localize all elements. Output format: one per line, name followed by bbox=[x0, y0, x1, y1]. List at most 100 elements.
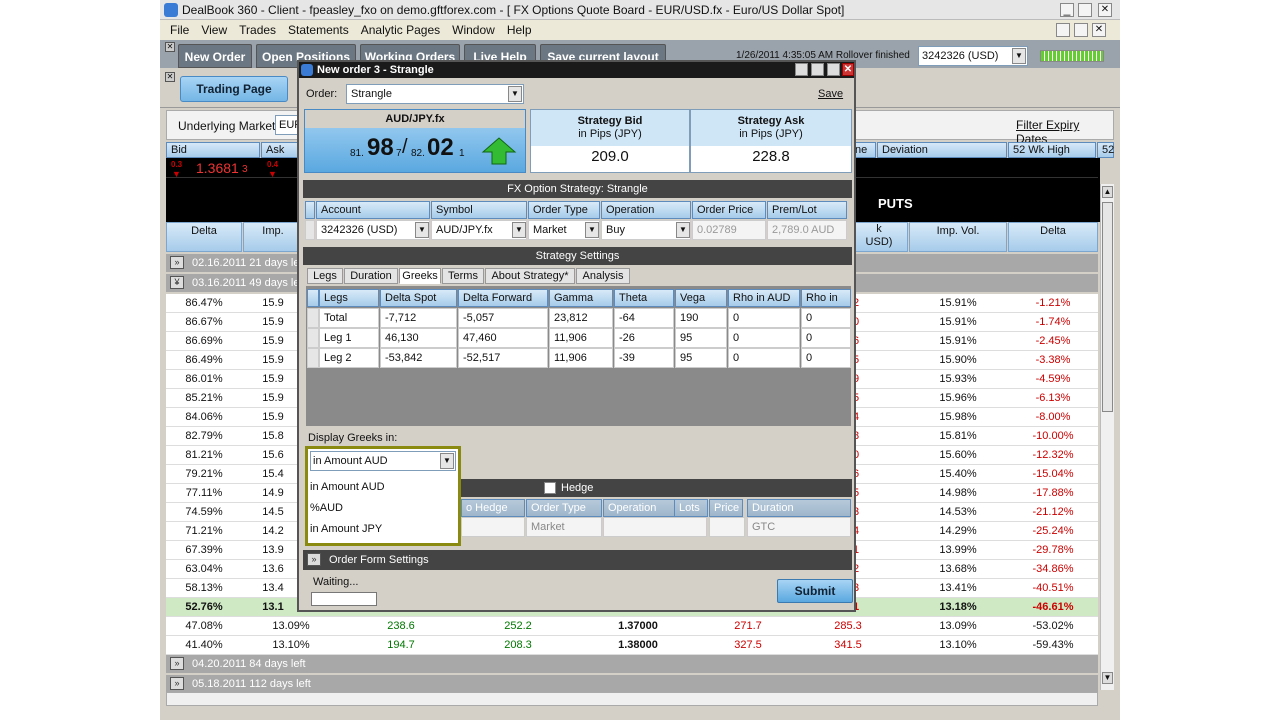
display-greeks-label: Display Greeks in: bbox=[308, 432, 398, 444]
expand-icon[interactable]: » bbox=[170, 677, 184, 690]
chevron-down-icon[interactable]: ▼ bbox=[676, 222, 690, 238]
dialog-close-icon[interactable]: ✕ bbox=[842, 63, 854, 76]
cell-c1: 194.7 bbox=[387, 639, 415, 651]
quote-ask-frac: 1 bbox=[459, 148, 465, 159]
tab-analysis[interactable]: Analysis bbox=[576, 268, 630, 284]
close-icon[interactable]: ✕ bbox=[1098, 3, 1112, 17]
calls-imp: 15.9 bbox=[262, 411, 284, 423]
puts-impvol: 15.98% bbox=[939, 411, 977, 423]
dialog-restore-icon[interactable] bbox=[795, 63, 808, 76]
new-order-button[interactable]: New Order bbox=[178, 44, 252, 68]
calls-delta: 67.39% bbox=[185, 544, 223, 556]
greeks-cell: 11,906 bbox=[549, 348, 613, 368]
strategy-ask-value[interactable]: 228.8 bbox=[691, 148, 851, 165]
minimize-icon[interactable]: _ bbox=[1060, 3, 1074, 17]
puts-delta: -40.51% bbox=[1032, 582, 1074, 594]
tab-terms[interactable]: Terms bbox=[442, 268, 484, 284]
expand-icon[interactable]: » bbox=[170, 657, 184, 670]
greeks-cell: 0 bbox=[728, 348, 800, 368]
expiry-group-row[interactable]: » 05.18.2011 112 days left bbox=[166, 675, 1098, 693]
tab-about-strategy[interactable]: About Strategy* bbox=[485, 268, 575, 284]
strategy-grid-cell[interactable]: 3242326 (USD) bbox=[316, 220, 430, 240]
menu-trades[interactable]: Trades bbox=[233, 20, 282, 40]
order-type-select[interactable]: Strangle ▼ bbox=[346, 84, 524, 104]
strategy-bid-value[interactable]: 209.0 bbox=[531, 148, 689, 165]
tab-trading-page[interactable]: Trading Page bbox=[180, 76, 288, 102]
save-link[interactable]: Save bbox=[818, 88, 843, 100]
scroll-down-icon[interactable]: ▼ bbox=[1102, 672, 1113, 684]
dialog-minimize-icon[interactable] bbox=[811, 63, 824, 76]
child-restore-icon[interactable] bbox=[1074, 23, 1088, 37]
puts-strike-usd: USD) bbox=[865, 236, 893, 248]
cell-iv: 13.10% bbox=[939, 639, 977, 651]
chevron-down-icon[interactable]: ▼ bbox=[440, 453, 454, 469]
menu-analytic-pages[interactable]: Analytic Pages bbox=[355, 20, 446, 40]
puts-delta: -2.45% bbox=[1035, 335, 1071, 347]
menu-view[interactable]: View bbox=[195, 20, 233, 40]
new-order-dialog: New order 3 - Strangle ✕ Order: Strangle… bbox=[297, 60, 856, 612]
underlying-label: Underlying Market: bbox=[178, 119, 279, 133]
calls-imp: 14.2 bbox=[262, 525, 284, 537]
maximize-icon[interactable] bbox=[1078, 3, 1092, 17]
horizontal-scrollbar[interactable] bbox=[166, 692, 1098, 706]
cell-pd: -53.02% bbox=[1032, 620, 1074, 632]
expand-icon[interactable]: » bbox=[307, 553, 321, 566]
hedge-checkbox[interactable] bbox=[544, 482, 556, 494]
close-tab-icon[interactable]: ✕ bbox=[165, 72, 175, 82]
order-form-settings-label: Order Form Settings bbox=[329, 554, 429, 566]
expand-icon[interactable]: » bbox=[170, 256, 184, 269]
expiry-group-row[interactable]: » 04.20.2011 84 days left bbox=[166, 655, 1098, 673]
scroll-thumb[interactable] bbox=[1102, 202, 1113, 412]
puts-impvol: 13.99% bbox=[939, 544, 977, 556]
chevron-down-icon[interactable]: ▼ bbox=[415, 222, 429, 238]
order-form-settings-bar[interactable]: » Order Form Settings bbox=[303, 550, 852, 570]
menu-bar: File View Trades Statements Analytic Pages Wi… bbox=[160, 20, 1120, 40]
chevron-down-icon[interactable]: ▼ bbox=[512, 222, 526, 238]
menu-statements[interactable]: Statements bbox=[282, 20, 355, 40]
chevron-down-icon[interactable]: ▼ bbox=[585, 222, 599, 238]
calls-delta: 63.04% bbox=[185, 563, 223, 575]
title-bar: DealBook 360 - Client - fpeasley_fxo on … bbox=[160, 0, 1120, 20]
puts-impvol: 15.91% bbox=[939, 297, 977, 309]
cell-c2: 252.2 bbox=[504, 620, 532, 632]
table-row[interactable]: 47.08% 13.09% 238.6 252.2 1.37000 271.7 285.3 1… bbox=[166, 617, 1098, 636]
close-panel-icon[interactable]: ✕ bbox=[165, 42, 175, 52]
submit-button[interactable]: Submit bbox=[777, 579, 853, 603]
underlying-select[interactable]: EUR bbox=[275, 115, 302, 135]
option-amount-aud[interactable]: in Amount AUD bbox=[310, 477, 385, 498]
child-minimize-icon[interactable] bbox=[1056, 23, 1070, 37]
quote-ask-small: 82. bbox=[411, 148, 425, 159]
option-amount-jpy[interactable]: in Amount JPY bbox=[310, 519, 385, 540]
table-row[interactable]: 41.40% 13.10% 194.7 208.3 1.38000 327.5 341.5 1… bbox=[166, 636, 1098, 655]
scroll-up-icon[interactable]: ▲ bbox=[1102, 186, 1113, 198]
greeks-cell: 0 bbox=[801, 308, 851, 328]
quote-bid-big[interactable]: 98 bbox=[367, 134, 394, 162]
option-percent-aud[interactable]: %AUD bbox=[310, 498, 385, 519]
menu-window[interactable]: Window bbox=[446, 20, 501, 40]
quote-ask-big[interactable]: 02 bbox=[427, 134, 454, 162]
calls-delta: 85.21% bbox=[185, 392, 223, 404]
tab-duration[interactable]: Duration bbox=[344, 268, 398, 284]
display-greeks-options: in Amount AUD %AUD in Amount JPY bbox=[310, 477, 385, 540]
menu-file[interactable]: File bbox=[164, 20, 195, 40]
dialog-maximize-icon[interactable] bbox=[827, 63, 840, 76]
52wk-low-header: 52 bbox=[1097, 142, 1114, 158]
greeks-cell: 190 bbox=[675, 308, 727, 328]
child-close-icon[interactable]: ✕ bbox=[1092, 23, 1106, 37]
hedge-header-cell: Operation bbox=[603, 499, 677, 517]
calls-imp: 13.6 bbox=[262, 563, 284, 575]
tab-legs[interactable]: Legs bbox=[307, 268, 343, 284]
vertical-scrollbar[interactable]: ▲ ▼ bbox=[1100, 184, 1114, 690]
menu-help[interactable]: Help bbox=[501, 20, 538, 40]
collapse-icon[interactable]: ¥ bbox=[170, 276, 184, 289]
account-select[interactable]: 3242326 (USD) ▼ bbox=[918, 46, 1028, 66]
display-greeks-dropdown[interactable]: in Amount AUD ▼ in Amount AUD %AUD in Amo… bbox=[305, 446, 461, 546]
greeks-corner bbox=[307, 289, 319, 307]
greeks-header: Delta Spot bbox=[380, 289, 457, 307]
display-greeks-select[interactable]: in Amount AUD ▼ bbox=[310, 451, 456, 471]
tab-greeks[interactable]: Greeks bbox=[399, 268, 441, 284]
quote-separator: / bbox=[402, 136, 408, 158]
ask-header: Ask bbox=[261, 142, 301, 158]
cell-p2: 341.5 bbox=[834, 639, 862, 651]
calls-delta: 52.76% bbox=[185, 601, 223, 613]
